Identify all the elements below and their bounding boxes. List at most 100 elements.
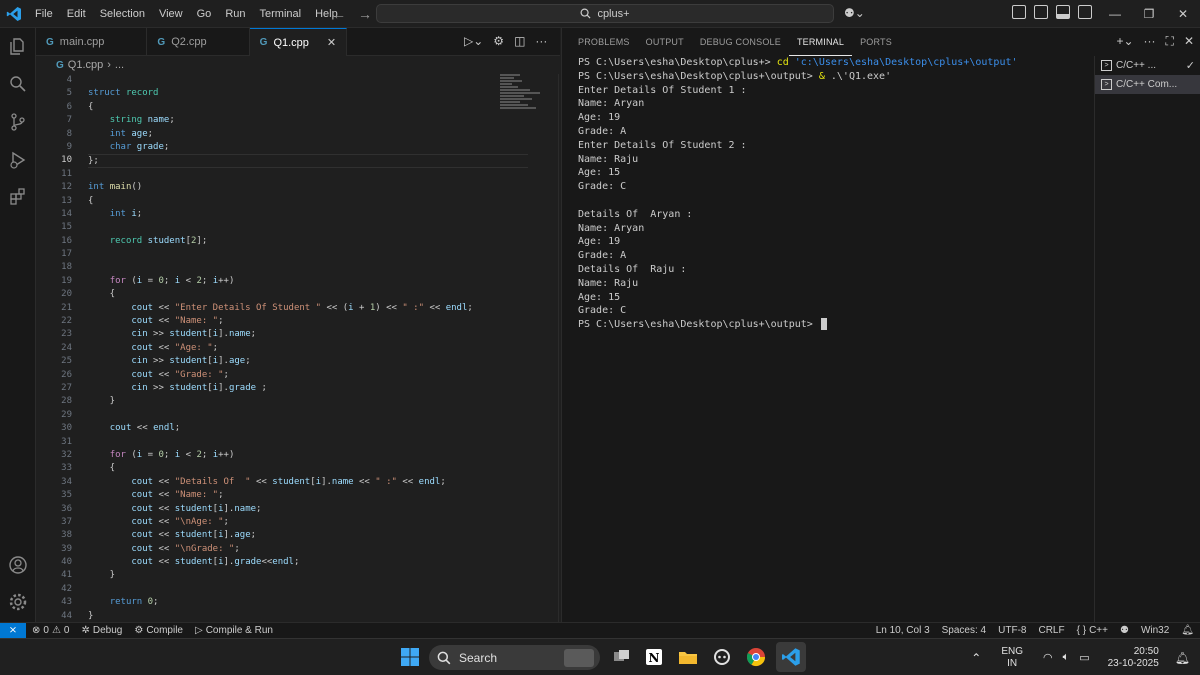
split-editor-icon[interactable]: ◫ [514, 34, 525, 48]
indentation[interactable]: Spaces: 4 [936, 625, 992, 636]
copilot-status-icon[interactable]: ⚉ [1114, 625, 1135, 636]
remote-indicator-icon[interactable]: ⨯ [0, 622, 26, 639]
menu-file[interactable]: File [28, 0, 60, 28]
compile-button[interactable]: ⚙ Compile [128, 625, 189, 636]
settings-gear-icon[interactable] [8, 592, 28, 612]
problems-status[interactable]: ⊗ 0 ⚠ 0 [26, 625, 75, 636]
code-line[interactable]: } [88, 395, 528, 408]
toggle-panel-icon[interactable] [1056, 5, 1070, 19]
panel-tab-ports[interactable]: PORTS [852, 28, 900, 56]
forward-arrow-icon[interactable]: → [358, 6, 372, 22]
toggle-secondary-sidebar-icon[interactable] [1078, 5, 1092, 19]
code-line[interactable] [88, 261, 528, 274]
run-file-icon[interactable]: ▷⌄ [464, 34, 483, 48]
close-panel-icon[interactable]: ✕ [1184, 34, 1194, 49]
terminal-instance[interactable]: > C/C++ ... ✓ [1095, 56, 1200, 75]
more-actions-icon[interactable]: ··· [1144, 34, 1156, 49]
close-window-icon[interactable]: ✕ [1166, 0, 1200, 28]
breadcrumb-file[interactable]: Q1.cpp [68, 59, 103, 71]
restore-icon[interactable]: ❐ [1132, 0, 1166, 28]
code-line[interactable] [88, 74, 528, 87]
code-line[interactable]: cout << student[i].age; [88, 529, 528, 542]
code-line[interactable]: cout << "Age: "; [88, 342, 528, 355]
code-line[interactable]: cout << "Grade: "; [88, 369, 528, 382]
menu-go[interactable]: Go [190, 0, 219, 28]
wifi-icon[interactable]: ◠ [1043, 651, 1053, 664]
breadcrumb-symbol[interactable]: ... [115, 59, 124, 71]
code-line[interactable]: cout << "\nAge: "; [88, 516, 528, 529]
copilot-app-icon[interactable] [710, 645, 734, 669]
toggle-sidebar-icon[interactable] [1012, 5, 1026, 19]
code-line[interactable]: return 0; [88, 596, 528, 609]
code-line[interactable]: int age; [88, 128, 528, 141]
code-line[interactable]: { [88, 462, 528, 475]
code-line[interactable]: cout << endl; [88, 422, 528, 435]
back-arrow-icon[interactable]: ← [332, 6, 346, 22]
platform[interactable]: Win32 [1135, 625, 1175, 636]
code-line[interactable]: cout << student[i].grade<<endl; [88, 556, 528, 569]
compile-run-button[interactable]: ▷ Compile & Run [189, 625, 279, 636]
panel-tab-output[interactable]: OUTPUT [638, 28, 692, 56]
explorer-icon[interactable] [8, 36, 28, 56]
source-control-icon[interactable] [8, 112, 28, 132]
search-sidebar-icon[interactable] [8, 74, 28, 94]
code-line[interactable]: record student[2]; [88, 235, 528, 248]
clock[interactable]: 20:50 23-10-2025 [1108, 646, 1159, 670]
accounts-icon[interactable] [8, 555, 28, 575]
code-line[interactable] [88, 436, 528, 449]
toggle-primary-sidebar-icon[interactable] [1034, 5, 1048, 19]
task-view-icon[interactable] [610, 645, 634, 669]
code-line[interactable]: cin >> student[i].age; [88, 355, 528, 368]
menu-view[interactable]: View [152, 0, 190, 28]
code-line[interactable] [88, 221, 528, 234]
code-editor[interactable]: 4 5 6 7 8 9 10 11 12 13 14 15 16 17 18 19 20 21 22 23 24 25 26… [36, 74, 560, 622]
vscode-taskbar-icon[interactable] [776, 642, 806, 672]
new-terminal-icon[interactable]: +⌄ [1116, 34, 1133, 49]
code-line[interactable] [88, 248, 528, 261]
code-line[interactable]: int main() [88, 181, 528, 194]
close-tab-icon[interactable]: ✕ [327, 36, 336, 49]
code-line[interactable]: struct record [88, 87, 528, 100]
notion-icon[interactable]: N [642, 645, 666, 669]
menu-terminal[interactable]: Terminal [253, 0, 309, 28]
code-line[interactable] [88, 583, 528, 596]
code-line[interactable]: { [88, 101, 528, 114]
minimize-icon[interactable]: — [1098, 0, 1132, 28]
code-line[interactable]: for (i = 0; i < 2; i++) [88, 449, 528, 462]
code-line[interactable] [88, 168, 528, 181]
cursor-position[interactable]: Ln 10, Col 3 [870, 625, 936, 636]
code-line[interactable]: cout << "Enter Details Of Student " << (… [88, 302, 528, 315]
code-line[interactable]: for (i = 0; i < 2; i++) [88, 275, 528, 288]
command-center-search[interactable]: cplus+ [376, 4, 834, 23]
code-line[interactable]: char grade; [88, 141, 528, 154]
copilot-icon[interactable]: ⚉⌄ [844, 6, 865, 20]
code-line[interactable]: cout << student[i].name; [88, 503, 528, 516]
battery-icon[interactable]: ▭ [1079, 651, 1089, 664]
code-line[interactable]: cout << "Details Of " << student[i].name… [88, 476, 528, 489]
minimap[interactable] [500, 74, 560, 134]
chrome-icon[interactable] [744, 645, 768, 669]
panel-tab-terminal[interactable]: TERMINAL [788, 28, 853, 56]
code-line[interactable]: cout << "Name: "; [88, 489, 528, 502]
menu-selection[interactable]: Selection [93, 0, 152, 28]
menu-run[interactable]: Run [218, 0, 252, 28]
terminal-instance[interactable]: > C/C++ Com... [1095, 75, 1200, 94]
language-mode[interactable]: { } C++ [1071, 625, 1114, 636]
language-indicator[interactable]: ENG IN [1001, 646, 1023, 670]
notifications-bell-icon[interactable]: 🔔︎ [1175, 625, 1200, 636]
code-lines[interactable]: struct record{ string name; int age; cha… [88, 74, 528, 622]
panel-tab-debug-console[interactable]: DEBUG CONSOLE [692, 28, 789, 56]
code-line[interactable]: int i; [88, 208, 528, 221]
line-ending[interactable]: CRLF [1032, 625, 1070, 636]
debug-button[interactable]: ✲ Debug [75, 625, 128, 636]
tab-q2-cpp[interactable]: G Q2.cpp [147, 28, 250, 56]
tab-q1-cpp[interactable]: G Q1.cpp ✕ [249, 28, 348, 56]
file-explorer-icon[interactable] [676, 645, 700, 669]
code-line[interactable]: }; [88, 154, 528, 168]
chevron-up-icon[interactable]: ⌃ [971, 651, 981, 665]
menu-edit[interactable]: Edit [60, 0, 93, 28]
code-line[interactable]: { [88, 288, 528, 301]
notification-icon[interactable]: 🔔︎ [1175, 651, 1190, 665]
code-line[interactable]: cout << "Name: "; [88, 315, 528, 328]
code-line[interactable] [88, 409, 528, 422]
